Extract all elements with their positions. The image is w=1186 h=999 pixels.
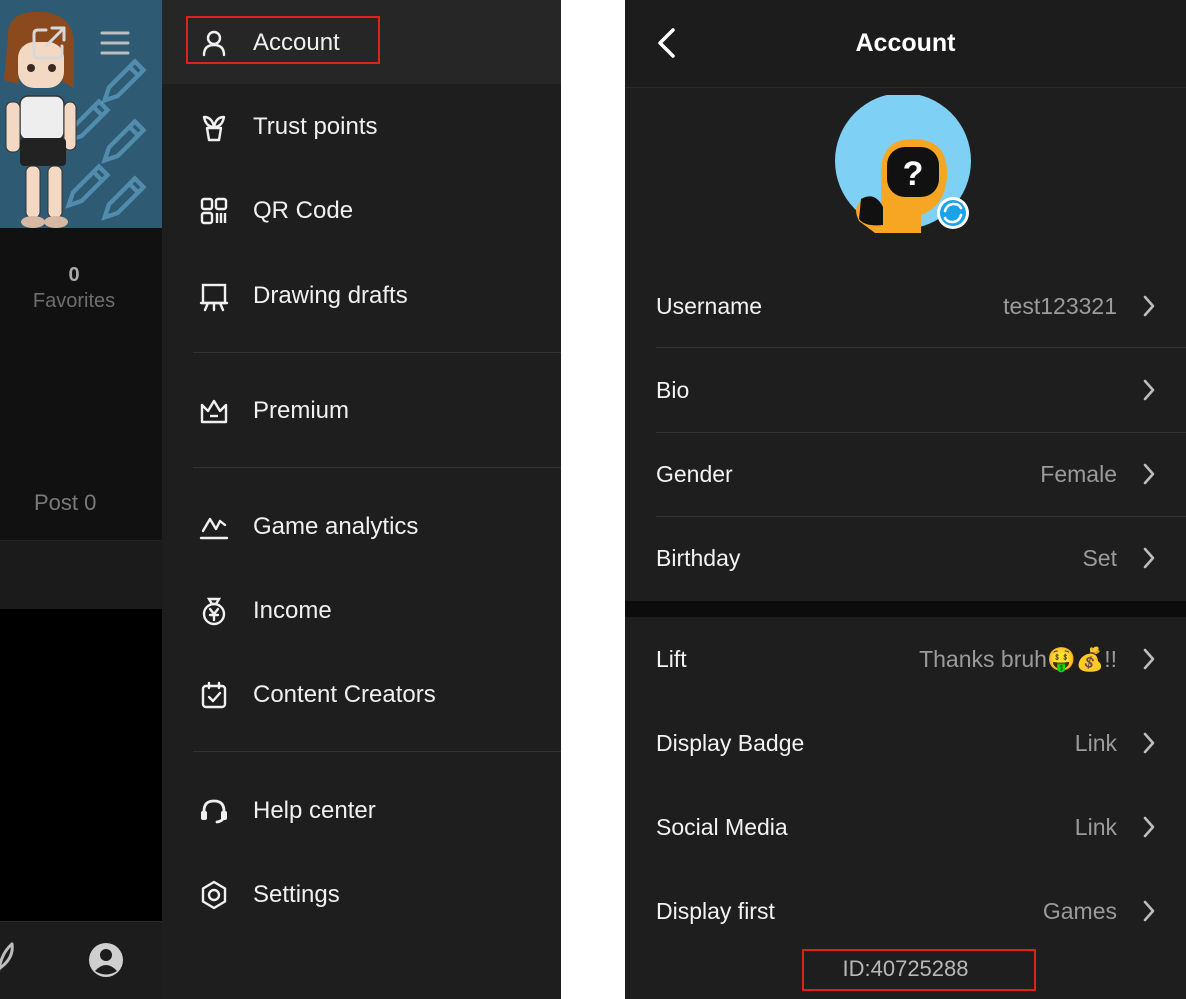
side-drawer: Account Trust points QR Code Drawing dra… (162, 0, 561, 999)
menu-item-label: Settings (253, 881, 340, 908)
drawer-divider (193, 352, 561, 353)
menu-item-settings[interactable]: Settings (162, 865, 561, 925)
easel-icon (199, 283, 229, 312)
row-label: Lift (656, 646, 687, 672)
row-label: Gender (656, 461, 733, 487)
analytics-icon (199, 517, 229, 540)
menu-item-label: Premium (253, 397, 350, 424)
qr-code-icon (200, 197, 228, 225)
row-value: Thanks bruh🤑💰!! (919, 646, 1117, 672)
row-value: Link (1074, 814, 1117, 840)
profile-nav-icon[interactable] (86, 940, 126, 980)
menu-item-label: Content Creators (253, 681, 436, 708)
menu-item-label: QR Code (253, 197, 354, 224)
menu-item-label: Game analytics (253, 513, 419, 540)
chevron-right-icon (1143, 900, 1155, 922)
menu-item-drawing-drafts[interactable]: Drawing drafts (162, 266, 561, 326)
drawer-divider (193, 467, 561, 468)
menu-item-help-center[interactable]: Help center (162, 781, 561, 841)
crown-icon (200, 399, 228, 424)
row-username[interactable]: Username test123321 (656, 264, 1186, 348)
svg-text:?: ? (903, 155, 924, 193)
chevron-right-icon (1143, 379, 1155, 401)
row-label: Username (656, 293, 763, 319)
menu-item-qr-code[interactable]: QR Code (162, 181, 561, 241)
profile-banner (0, 0, 162, 228)
row-value: Female (1040, 461, 1117, 487)
post-tab-label: Post 0 (34, 490, 97, 515)
menu-item-income[interactable]: Income (162, 581, 561, 641)
page-title: Account (855, 29, 956, 57)
row-birthday[interactable]: Birthday Set (656, 516, 1186, 600)
account-highlight-box (186, 16, 380, 64)
row-label: Birthday (656, 545, 741, 571)
chevron-right-icon (1143, 648, 1155, 670)
money-bag-icon (202, 597, 226, 626)
section-separator (625, 601, 1186, 617)
row-gender[interactable]: Gender Female (656, 432, 1186, 516)
menu-item-label: Income (253, 597, 332, 624)
row-value: Set (1082, 545, 1117, 571)
row-bio[interactable]: Bio (656, 348, 1186, 432)
share-icon[interactable] (30, 24, 68, 62)
row-label: Social Media (656, 814, 788, 840)
row-display-badge[interactable]: Display Badge Link (656, 701, 1186, 785)
chevron-right-icon (1143, 732, 1155, 754)
row-value: Games (1042, 898, 1117, 924)
id-highlight-box (802, 949, 1036, 991)
account-header: Account (625, 0, 1186, 88)
left-screenshot: 0 Favorites Post 0 Account Trust points (0, 0, 561, 999)
row-label: Display Badge (656, 730, 805, 756)
avatar[interactable]: ? (835, 95, 975, 235)
favorites-stat[interactable]: 0 Favorites (0, 262, 148, 314)
profile-content-area (0, 609, 162, 921)
calendar-check-icon (201, 681, 227, 709)
row-label: Bio (656, 377, 690, 403)
drawer-divider (193, 751, 561, 752)
bottom-navigation (0, 921, 162, 999)
row-label: Display first (656, 898, 775, 924)
menu-item-game-analytics[interactable]: Game analytics (162, 497, 561, 557)
menu-item-label: Help center (253, 797, 376, 824)
hamburger-menu-icon[interactable] (98, 28, 132, 58)
menu-item-trust-points[interactable]: Trust points (162, 97, 561, 157)
row-value: test123321 (1003, 293, 1117, 319)
chevron-right-icon (1143, 295, 1155, 317)
chevron-right-icon (1143, 547, 1155, 569)
sprout-icon (202, 115, 226, 142)
favorites-count: 0 (68, 264, 80, 286)
row-lift[interactable]: Lift Thanks bruh🤑💰!! (656, 617, 1186, 701)
row-value: Link (1074, 730, 1117, 756)
chevron-right-icon (1143, 463, 1155, 485)
post-tab[interactable]: Post 0 (0, 476, 162, 541)
menu-item-premium[interactable]: Premium (162, 381, 561, 441)
menu-item-content-creators[interactable]: Content Creators (162, 665, 561, 725)
menu-item-label: Trust points (253, 113, 378, 140)
row-social-media[interactable]: Social Media Link (656, 785, 1186, 869)
favorites-label: Favorites (32, 290, 116, 312)
headset-icon (201, 799, 227, 824)
row-display-first[interactable]: Display first Games (656, 869, 1186, 953)
right-screenshot: Account ? Username test123321 Bio Gender… (625, 0, 1186, 999)
profile-strip (0, 541, 162, 609)
menu-item-label: Drawing drafts (253, 282, 408, 309)
gear-icon (201, 880, 227, 910)
chevron-right-icon (1143, 816, 1155, 838)
feather-icon[interactable] (0, 940, 18, 980)
